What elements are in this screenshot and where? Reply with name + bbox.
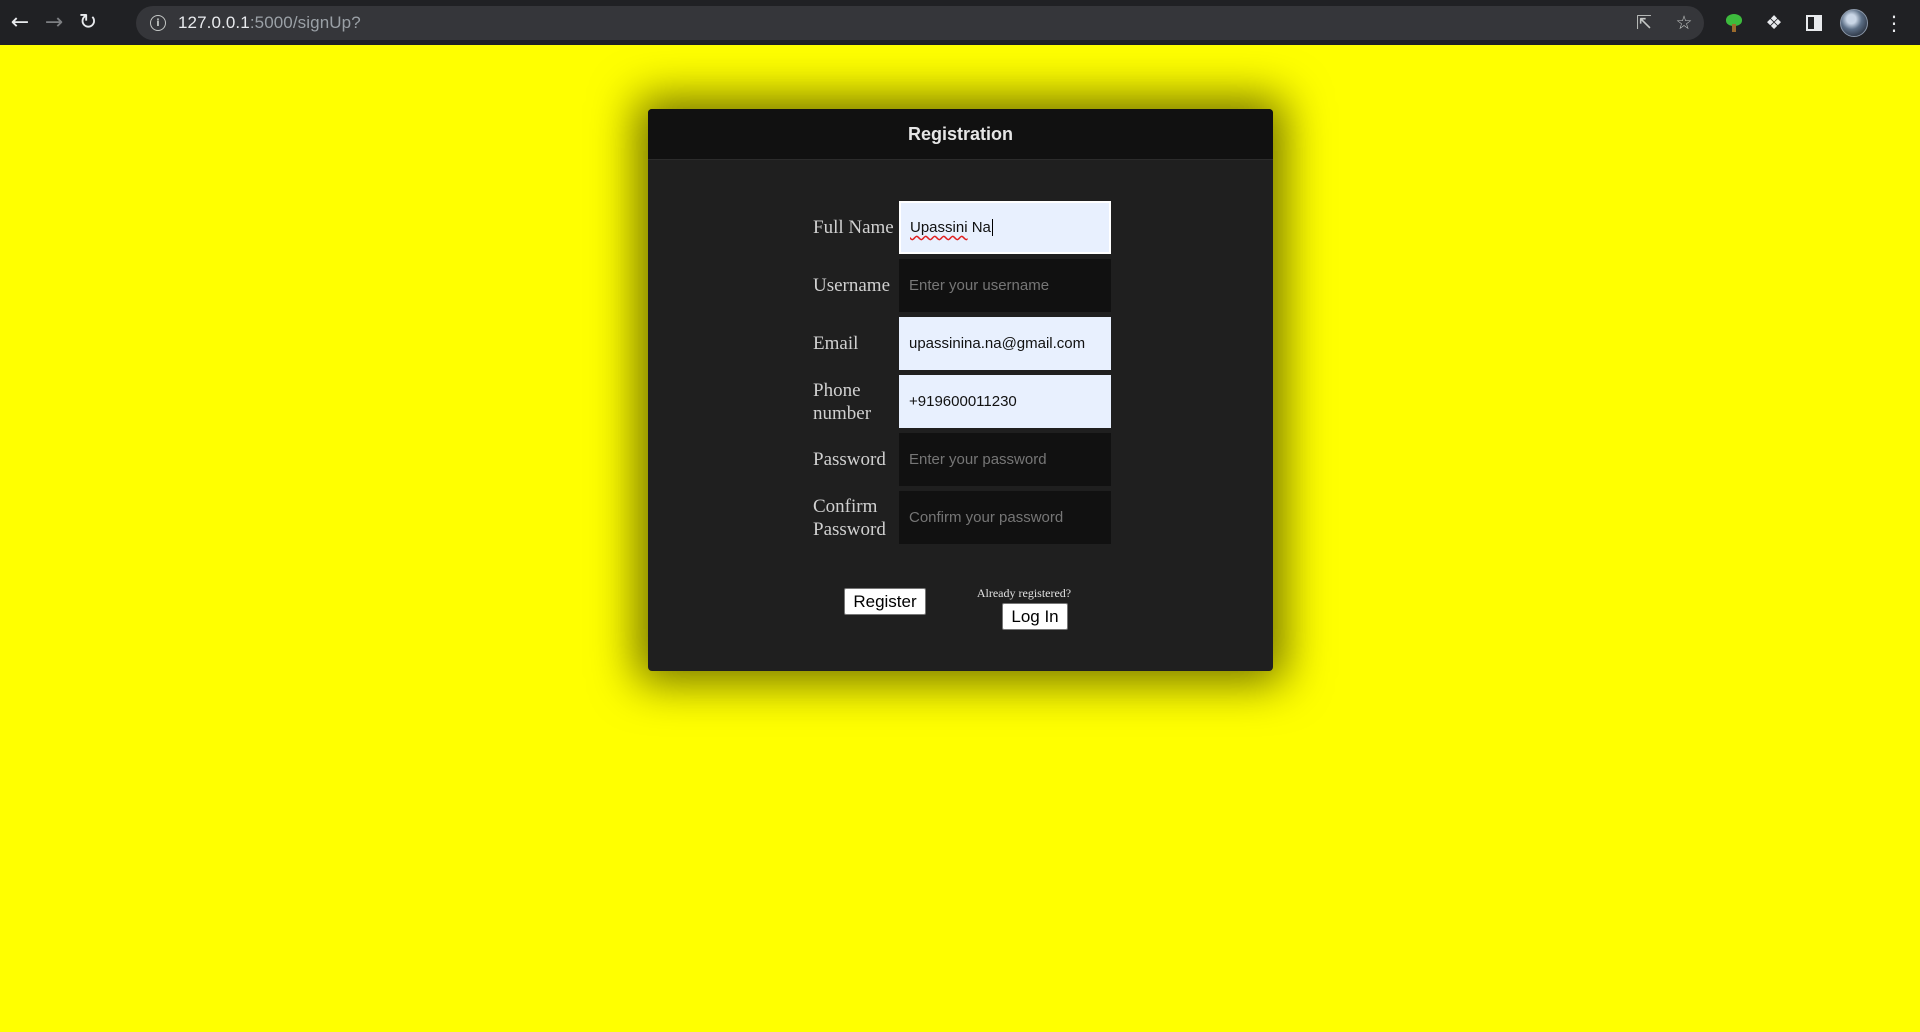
avatar[interactable] (1834, 0, 1874, 45)
password-input[interactable]: Enter your password (899, 433, 1111, 486)
email-input[interactable]: upassinina.na@gmail.com (899, 317, 1111, 370)
confirm-password-label: Confirm Password (813, 495, 886, 540)
confirm-password-row: Confirm Password Confirm your password (813, 491, 1111, 544)
confirm-password-input[interactable]: Confirm your password (899, 491, 1111, 544)
full-name-input[interactable]: Upassini Na (899, 201, 1111, 254)
phone-input[interactable]: +919600011230 (899, 375, 1111, 428)
username-label: Username (813, 275, 891, 296)
phone-row: Phone number +919600011230 (813, 375, 1111, 428)
star-icon[interactable]: ☆ (1664, 6, 1704, 40)
email-label: Email (813, 333, 859, 354)
full-name-value-first: Upassini (910, 219, 968, 236)
registration-card: Registration Full Name Upassini Na Usern… (648, 109, 1273, 671)
login-button[interactable]: Log In (1002, 603, 1068, 630)
already-registered-text: Already registered? (976, 586, 1072, 600)
info-icon[interactable]: i (150, 15, 166, 31)
password-row: Password Enter your password (813, 433, 1111, 486)
share-icon[interactable]: ⇱ (1624, 6, 1664, 40)
text-caret (991, 219, 993, 236)
form-actions: Register Already registered? Log In (648, 576, 1273, 636)
page-title: Registration (907, 123, 1013, 144)
url-text[interactable]: 127.0.0.1:5000/signUp? (178, 13, 361, 33)
browser-toolbar: ← → ↻ i 127.0.0.1:5000/signUp? ⇱ ☆ ❖ ⋮ (0, 0, 1920, 45)
tree-extension-icon[interactable] (1714, 0, 1754, 45)
registration-form: Full Name Upassini Na Username Enter you… (813, 201, 1111, 549)
full-name-value-rest: Na (971, 219, 991, 236)
url-host: 127.0.0.1 (178, 13, 250, 32)
menu-icon[interactable]: ⋮ (1874, 0, 1914, 45)
register-button[interactable]: Register (844, 588, 926, 615)
url-path: :5000/signUp? (249, 13, 361, 32)
username-input[interactable]: Enter your username (899, 259, 1111, 312)
phone-label: Phone number (813, 379, 872, 424)
card-header: Registration (648, 109, 1273, 160)
side-panel-icon[interactable] (1794, 0, 1834, 45)
full-name-row: Full Name Upassini Na (813, 201, 1111, 254)
address-bar[interactable]: i 127.0.0.1:5000/signUp? ⇱ ☆ (136, 6, 1704, 40)
email-row: Email upassinina.na@gmail.com (813, 317, 1111, 370)
puzzle-icon[interactable]: ❖ (1754, 0, 1794, 45)
reload-icon[interactable]: ↻ (68, 0, 108, 45)
full-name-label: Full Name (813, 217, 894, 238)
password-label: Password (813, 449, 886, 470)
username-row: Username Enter your username (813, 259, 1111, 312)
